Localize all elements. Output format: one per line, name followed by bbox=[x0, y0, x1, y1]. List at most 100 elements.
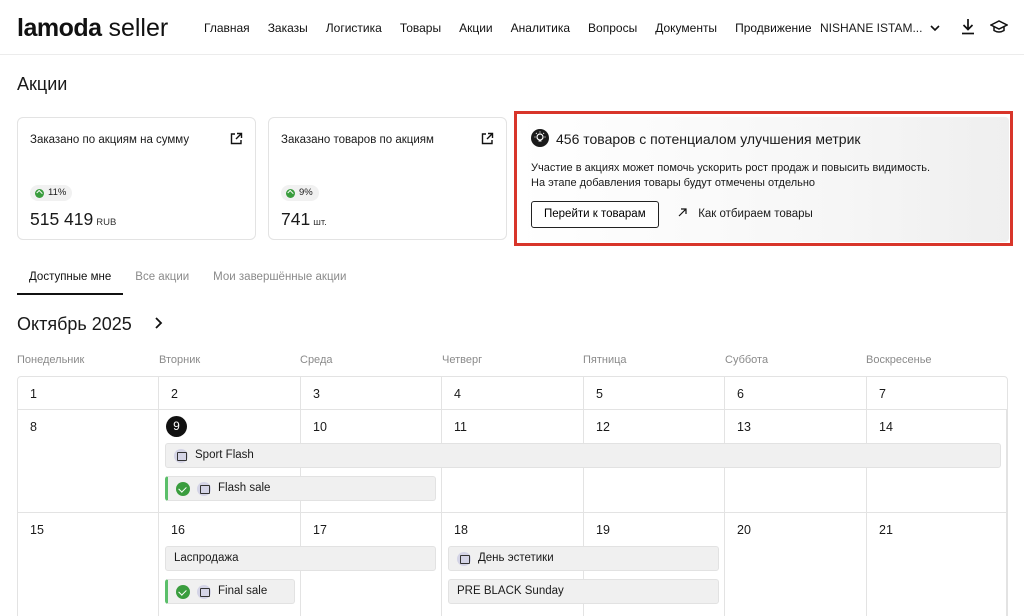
store-icon bbox=[174, 448, 188, 463]
account-menu[interactable]: NISHANE ISTAM... bbox=[820, 20, 941, 37]
weekday-label: Воскресенье bbox=[866, 354, 932, 366]
top-header: lamoda seller Главная Заказы Логистика Т… bbox=[0, 0, 1024, 55]
chevron-right-icon[interactable] bbox=[150, 315, 166, 331]
growth-badge-value: 11% bbox=[48, 187, 67, 198]
promo-title: 456 товаров с потенциалом улучшения метр… bbox=[556, 131, 861, 147]
day-number: 2 bbox=[171, 387, 178, 401]
store-icon bbox=[197, 481, 211, 496]
nav-item-orders[interactable]: Заказы bbox=[268, 20, 308, 36]
account-name: NISHANE ISTAM... bbox=[820, 21, 923, 35]
calendar-day[interactable]: 4 bbox=[442, 377, 584, 409]
calendar-day[interactable]: 5 bbox=[584, 377, 725, 409]
check-circle-icon bbox=[176, 481, 190, 496]
calendar-day[interactable]: 3 bbox=[301, 377, 442, 409]
promo-card: 456 товаров с потенциалом улучшения метр… bbox=[517, 117, 1009, 242]
tab-all-promos[interactable]: Все акции bbox=[123, 270, 201, 295]
stat-label: Заказано товаров по акциям bbox=[281, 134, 434, 146]
day-number: 20 bbox=[737, 523, 751, 537]
day-number: 17 bbox=[313, 523, 327, 537]
calendar-day[interactable]: 21 bbox=[867, 513, 1007, 616]
promo-event-label: PRE BLACK Sunday bbox=[457, 585, 564, 597]
day-number: 15 bbox=[30, 523, 44, 537]
day-number: 5 bbox=[596, 387, 603, 401]
download-icon[interactable] bbox=[960, 18, 978, 36]
stat-label: Заказано по акциям на сумму bbox=[30, 134, 190, 146]
chevron-down-icon bbox=[930, 21, 941, 37]
weekday-label: Суббота bbox=[725, 354, 769, 366]
nav-item-documents[interactable]: Документы bbox=[655, 20, 717, 36]
promo-event-label: Final sale bbox=[218, 585, 268, 597]
growth-badge-value: 9% bbox=[299, 187, 313, 198]
day-number: 11 bbox=[454, 420, 467, 434]
growth-badge: 9% bbox=[281, 185, 319, 201]
selection-info-link-label: Как отбираем товары bbox=[698, 208, 813, 220]
weekday-label: Четверг bbox=[442, 354, 483, 366]
selection-info-link[interactable]: Как отбираем товары bbox=[678, 207, 813, 222]
promo-event[interactable]: День эстетики bbox=[448, 546, 719, 571]
store-icon bbox=[197, 584, 211, 599]
education-cap-icon[interactable] bbox=[989, 18, 1009, 36]
lightbulb-icon bbox=[531, 129, 549, 147]
lamoda-seller-logo[interactable]: lamoda seller bbox=[17, 14, 168, 42]
nav-item-analytics[interactable]: Аналитика bbox=[511, 20, 570, 36]
up-check-icon bbox=[286, 188, 295, 198]
tab-available[interactable]: Доступные мне bbox=[17, 270, 124, 295]
stat-value: 515 419 RUB bbox=[30, 208, 116, 234]
day-number: 18 bbox=[454, 523, 468, 537]
growth-badge: 11% bbox=[30, 185, 73, 201]
up-check-icon bbox=[35, 188, 44, 198]
day-number: 1 bbox=[30, 387, 37, 401]
calendar-day[interactable]: 2 bbox=[159, 377, 301, 409]
promo-event[interactable]: Laспродажа bbox=[165, 546, 436, 571]
calendar-week: 8 9 10 11 12 13 14 Sport Flash Flash sal… bbox=[18, 410, 1007, 513]
calendar-day[interactable]: 6 bbox=[725, 377, 867, 409]
arrow-up-right-icon bbox=[678, 208, 690, 220]
calendar-day[interactable]: 15 bbox=[18, 513, 159, 616]
day-number: 13 bbox=[737, 420, 751, 434]
day-number: 19 bbox=[596, 523, 610, 537]
weekday-label: Вторник bbox=[159, 354, 201, 366]
day-number: 4 bbox=[454, 387, 461, 401]
day-number: 12 bbox=[596, 420, 610, 434]
stat-card-items: Заказано товаров по акциям 9% 741 шт. bbox=[268, 117, 507, 240]
calendar-day[interactable]: 7 bbox=[867, 377, 1007, 409]
promo-event-label: Sport Flash bbox=[195, 449, 254, 461]
promo-event[interactable]: Flash sale bbox=[165, 476, 436, 501]
calendar-grid: 1 2 3 4 5 6 7 8 9 10 11 12 13 14 Sport F… bbox=[17, 376, 1008, 616]
day-number: 8 bbox=[30, 420, 37, 434]
calendar-day[interactable]: 8 bbox=[18, 410, 159, 512]
nav-item-promotions[interactable]: Акции bbox=[459, 20, 493, 36]
external-link-icon[interactable] bbox=[481, 132, 494, 145]
day-number: 16 bbox=[171, 523, 185, 537]
store-icon bbox=[457, 551, 471, 566]
day-number: 14 bbox=[879, 420, 893, 434]
tab-finished-promos[interactable]: Мои завершённые акции bbox=[201, 270, 358, 295]
day-number: 7 bbox=[879, 387, 886, 401]
nav-item-home[interactable]: Главная bbox=[204, 20, 250, 36]
nav-item-advertising[interactable]: Продвижение bbox=[735, 20, 812, 36]
calendar-day[interactable]: 20 bbox=[725, 513, 867, 616]
stat-value-number: 741 bbox=[281, 209, 311, 229]
logo-rest: seller bbox=[101, 14, 169, 42]
nav-item-products[interactable]: Товары bbox=[400, 20, 441, 36]
calendar-month-title: Октябрь 2025 bbox=[17, 314, 132, 334]
promo-event[interactable]: Final sale bbox=[165, 579, 295, 604]
external-link-icon[interactable] bbox=[230, 132, 243, 145]
day-number: 10 bbox=[313, 420, 327, 434]
nav-item-questions[interactable]: Вопросы bbox=[588, 20, 637, 36]
calendar-week: 15 16 17 18 19 20 21 Laспродажа День эст… bbox=[18, 513, 1007, 616]
promo-event-label: Flash sale bbox=[218, 482, 271, 494]
calendar-week: 1 2 3 4 5 6 7 bbox=[18, 377, 1007, 410]
stat-value-unit: RUB bbox=[96, 217, 117, 228]
nav-item-logistics[interactable]: Логистика bbox=[326, 20, 382, 36]
promo-event-label: День эстетики bbox=[478, 552, 554, 564]
promo-text-line: На этапе добавления товары будут отмечен… bbox=[531, 177, 816, 189]
promo-event[interactable]: PRE BLACK Sunday bbox=[448, 579, 719, 604]
go-to-products-button[interactable]: Перейти к товарам bbox=[531, 201, 659, 228]
page-title: Акции bbox=[17, 74, 68, 94]
weekday-label: Понедельник bbox=[17, 354, 85, 366]
day-number: 21 bbox=[879, 523, 893, 537]
promo-event[interactable]: Sport Flash bbox=[165, 443, 1001, 468]
calendar-day[interactable]: 1 bbox=[18, 377, 159, 409]
stat-card-sum: Заказано по акциям на сумму 11% 515 419 R… bbox=[17, 117, 256, 240]
